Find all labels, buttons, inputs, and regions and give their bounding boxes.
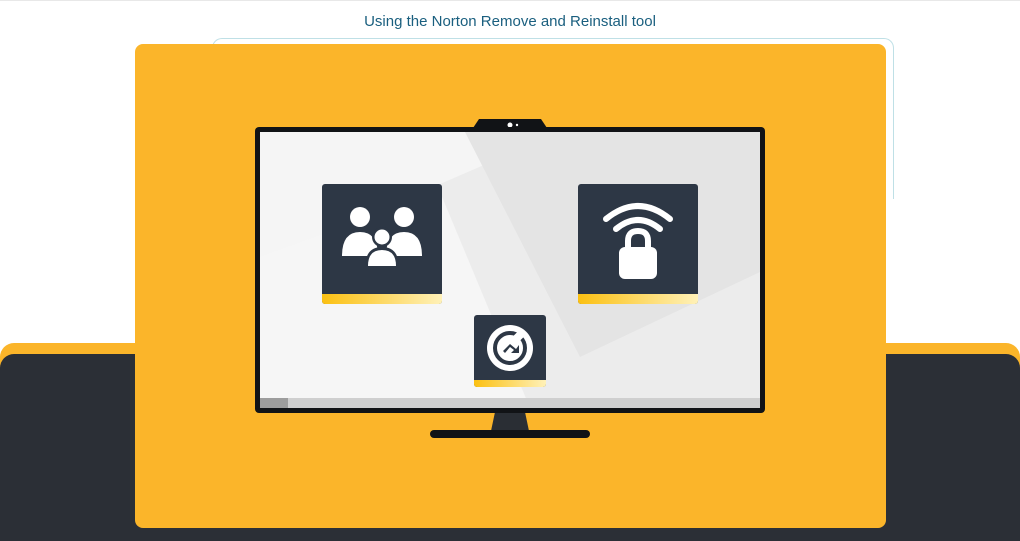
monitor-screen xyxy=(260,132,760,408)
start-button[interactable] xyxy=(260,398,288,408)
family-icon xyxy=(342,207,422,268)
monitor-stand-base xyxy=(430,430,590,438)
monitor xyxy=(255,127,765,413)
video-caption: Using the Norton Remove and Reinstall to… xyxy=(364,13,656,30)
taskbar xyxy=(260,398,760,408)
tile-accent-stripe xyxy=(322,294,442,304)
norton-remove-reinstall-icon xyxy=(487,324,533,371)
tile-accent-stripe xyxy=(474,380,546,387)
top-border xyxy=(0,0,1020,1)
tile-accent-stripe xyxy=(578,294,698,304)
monitor-stand-neck xyxy=(491,413,529,431)
family-tile[interactable] xyxy=(322,184,442,304)
secure-vpn-tile[interactable] xyxy=(578,184,698,304)
wifi-lock-icon xyxy=(603,203,673,279)
norton-remove-reinstall-tile[interactable] xyxy=(474,315,546,387)
